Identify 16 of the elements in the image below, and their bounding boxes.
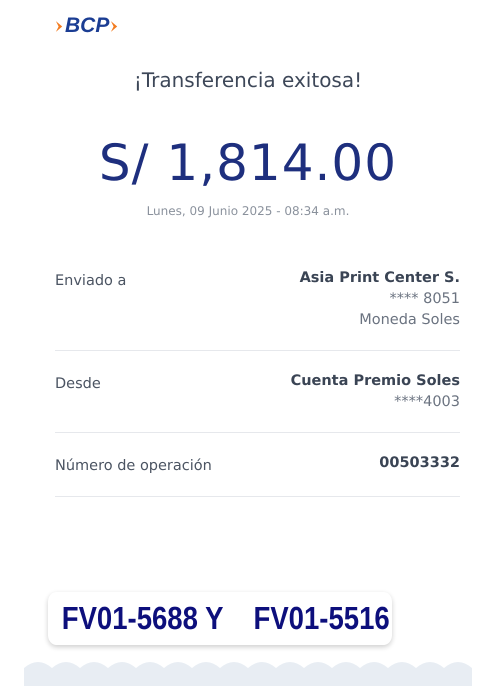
detail-label: Enviado a <box>55 272 126 291</box>
chevron-icon <box>110 20 120 32</box>
detail-value: Asia Print Center S. <box>300 270 460 286</box>
detail-value: 00503332 <box>379 455 460 471</box>
detail-label: Número de operación <box>55 457 212 474</box>
date-time: Lunes, 09 Junio 2025 - 08:34 a.m. <box>146 204 350 218</box>
detail-value: **** 8051 <box>389 291 460 307</box>
detail-value: ****4003 <box>394 394 460 410</box>
amount: S/ 1,814.00 <box>98 134 398 192</box>
invoice-note: FV01-5688 Y FV01-5516 <box>48 592 392 645</box>
detail-label: Desde <box>55 375 101 394</box>
success-title: ¡Transferencia exitosa! <box>132 68 364 92</box>
detail-value: Moneda Soles <box>359 312 460 328</box>
detail-value: Cuenta Premio Soles <box>290 373 460 389</box>
logo-text: BCP <box>65 14 110 38</box>
chevron-icon <box>55 20 64 32</box>
